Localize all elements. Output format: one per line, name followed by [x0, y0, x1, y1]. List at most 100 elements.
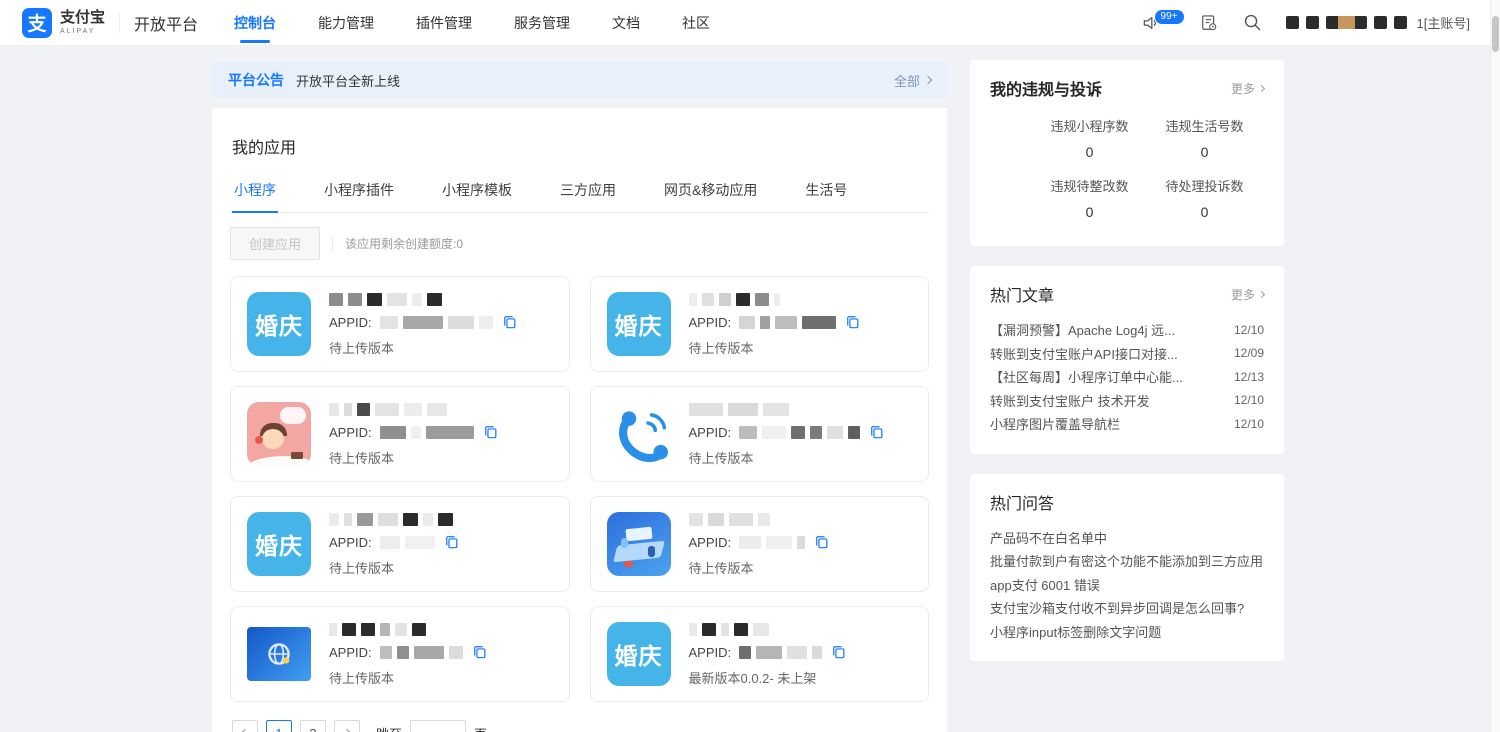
app-card[interactable]: APPID:待上传版本	[230, 386, 570, 482]
app-card[interactable]: 婚庆APPID:待上传版本	[230, 496, 570, 592]
tab-lifestyle[interactable]: 生活号	[803, 174, 849, 212]
violation-stat: 违规待整改数0	[1032, 176, 1147, 220]
logo-cn-label: 支付宝	[60, 10, 105, 25]
globe-banner-app-icon	[247, 627, 311, 681]
top-navbar: 支 支付宝 ALIPAY 开放平台 控制台能力管理插件管理服务管理文档社区 99…	[0, 0, 1500, 46]
appid-label: APPID:	[329, 315, 372, 330]
announcement-text[interactable]: 开放平台全新上线	[296, 71, 894, 90]
article-title: 小程序图片覆盖导航栏	[990, 414, 1120, 433]
alipay-logo[interactable]: 支 支付宝 ALIPAY 开放平台	[22, 8, 198, 38]
appid-redacted	[380, 425, 474, 440]
app-card[interactable]: 婚庆APPID:待上传版本	[590, 276, 930, 372]
appid-redacted	[739, 535, 805, 550]
wedding-app-icon: 婚庆	[247, 292, 311, 356]
copy-icon[interactable]	[503, 315, 517, 329]
next-page-button[interactable]	[334, 720, 360, 732]
pagination: 12 跳至 页	[230, 720, 929, 732]
article-item[interactable]: 小程序图片覆盖导航栏12/10	[990, 412, 1264, 436]
article-title: 【漏洞预警】Apache Log4j 远...	[990, 320, 1175, 339]
phone-app-icon	[607, 402, 671, 466]
appid-redacted	[380, 535, 435, 550]
app-name-redacted	[329, 513, 553, 526]
nav-item-community[interactable]: 社区	[682, 0, 710, 46]
search-icon[interactable]	[1243, 13, 1262, 32]
appid-label: APPID:	[329, 645, 372, 660]
page-scrollbar	[1490, 0, 1500, 732]
wedding-app-icon: 婚庆	[607, 622, 671, 686]
appid-label: APPID:	[689, 645, 732, 660]
article-item[interactable]: 转账到支付宝账户API接口对接...12/09	[990, 342, 1264, 366]
app-name-redacted	[689, 513, 913, 526]
appid-redacted	[380, 645, 463, 660]
announcement-all-link[interactable]: 全部	[894, 71, 931, 90]
tab-template[interactable]: 小程序模板	[440, 174, 514, 212]
copy-icon[interactable]	[473, 645, 487, 659]
nav-menu: 控制台能力管理插件管理服务管理文档社区	[234, 0, 710, 46]
appid-label: APPID:	[329, 425, 372, 440]
stat-label: 违规生活号数	[1147, 116, 1262, 135]
article-item[interactable]: 转账到支付宝账户 技术开发12/10	[990, 389, 1264, 413]
app-card[interactable]: APPID:待上传版本	[590, 386, 930, 482]
app-card[interactable]: 婚庆APPID:待上传版本	[230, 276, 570, 372]
nav-item-capability[interactable]: 能力管理	[318, 0, 374, 46]
qa-item[interactable]: 支付宝沙箱支付收不到异步回调是怎么回事?	[990, 596, 1264, 620]
account-redacted-block	[1394, 16, 1407, 29]
qa-item[interactable]: app支付 6001 错误	[990, 573, 1264, 597]
app-status: 待上传版本	[329, 668, 553, 687]
nav-right: 99+ 1[主账号]	[1141, 13, 1470, 33]
wedding-app-icon: 婚庆	[247, 512, 311, 576]
article-list: 【漏洞预警】Apache Log4j 远...12/10转账到支付宝账户API接…	[990, 318, 1264, 436]
app-name-redacted	[329, 293, 553, 306]
violations-more-link[interactable]: 更多	[1231, 80, 1264, 97]
app-name-redacted	[689, 403, 913, 416]
page-buttons: 12	[266, 720, 326, 732]
qa-item[interactable]: 小程序input标签删除文字问题	[990, 620, 1264, 644]
article-item[interactable]: 【漏洞预警】Apache Log4j 远...12/10	[990, 318, 1264, 342]
my-apps-title: 我的应用	[232, 134, 929, 158]
qa-item[interactable]: 产品码不在白名单中	[990, 526, 1264, 550]
nav-item-plugin[interactable]: 插件管理	[416, 0, 472, 46]
article-date: 12/13	[1234, 370, 1264, 384]
my-apps-panel: 我的应用 小程序小程序插件小程序模板三方应用网页&移动应用生活号 创建应用 该应…	[212, 108, 947, 732]
copy-icon[interactable]	[846, 315, 860, 329]
copy-icon[interactable]	[484, 425, 498, 439]
app-status: 待上传版本	[689, 558, 913, 577]
copy-icon[interactable]	[832, 645, 846, 659]
prev-page-button[interactable]	[232, 720, 258, 732]
tab-miniapp[interactable]: 小程序	[232, 174, 278, 212]
app-card[interactable]: APPID: 待上传版本	[230, 606, 570, 702]
jump-page-input[interactable]	[410, 720, 466, 732]
page-button-2[interactable]: 2	[300, 720, 326, 732]
form-record-icon[interactable]	[1199, 13, 1219, 33]
app-card[interactable]: APPID:待上传版本	[590, 496, 930, 592]
notifications-button[interactable]: 99+	[1141, 13, 1175, 33]
stat-label: 违规待整改数	[1032, 176, 1147, 195]
account-redacted-group	[1326, 16, 1367, 29]
article-item[interactable]: 【社区每周】小程序订单中心能...12/13	[990, 365, 1264, 389]
scrollbar-thumb[interactable]	[1492, 16, 1499, 52]
tab-plugin[interactable]: 小程序插件	[322, 174, 396, 212]
app-card-grid: 婚庆APPID:待上传版本婚庆APPID:待上传版本APPID:待上传版本APP…	[230, 276, 929, 702]
nav-item-docs[interactable]: 文档	[612, 0, 640, 46]
app-status: 待上传版本	[689, 448, 913, 467]
account-type-label: 1[主账号]	[1417, 13, 1470, 32]
copy-icon[interactable]	[870, 425, 884, 439]
app-card[interactable]: 婚庆APPID:最新版本0.0.2- 未上架	[590, 606, 930, 702]
articles-title: 热门文章	[990, 282, 1054, 306]
create-app-button[interactable]: 创建应用	[230, 227, 320, 260]
stat-label: 待处理投诉数	[1147, 176, 1262, 195]
page-button-1[interactable]: 1	[266, 720, 292, 732]
articles-panel: 热门文章 更多 【漏洞预警】Apache Log4j 远...12/10转账到支…	[970, 266, 1284, 454]
qa-item[interactable]: 批量付款到户有密这个功能不能添加到三方应用吗?	[990, 549, 1264, 573]
nav-item-service[interactable]: 服务管理	[514, 0, 570, 46]
tab-third-party[interactable]: 三方应用	[558, 174, 618, 212]
copy-icon[interactable]	[815, 535, 829, 549]
copy-icon[interactable]	[445, 535, 459, 549]
tab-web-mobile[interactable]: 网页&移动应用	[662, 174, 759, 212]
nav-item-console[interactable]: 控制台	[234, 0, 276, 46]
more-link-label: 更多	[1231, 286, 1255, 303]
stat-value: 0	[1147, 204, 1262, 220]
articles-more-link[interactable]: 更多	[1231, 286, 1264, 303]
appid-redacted	[739, 315, 836, 330]
account-menu[interactable]: 1[主账号]	[1286, 13, 1470, 32]
